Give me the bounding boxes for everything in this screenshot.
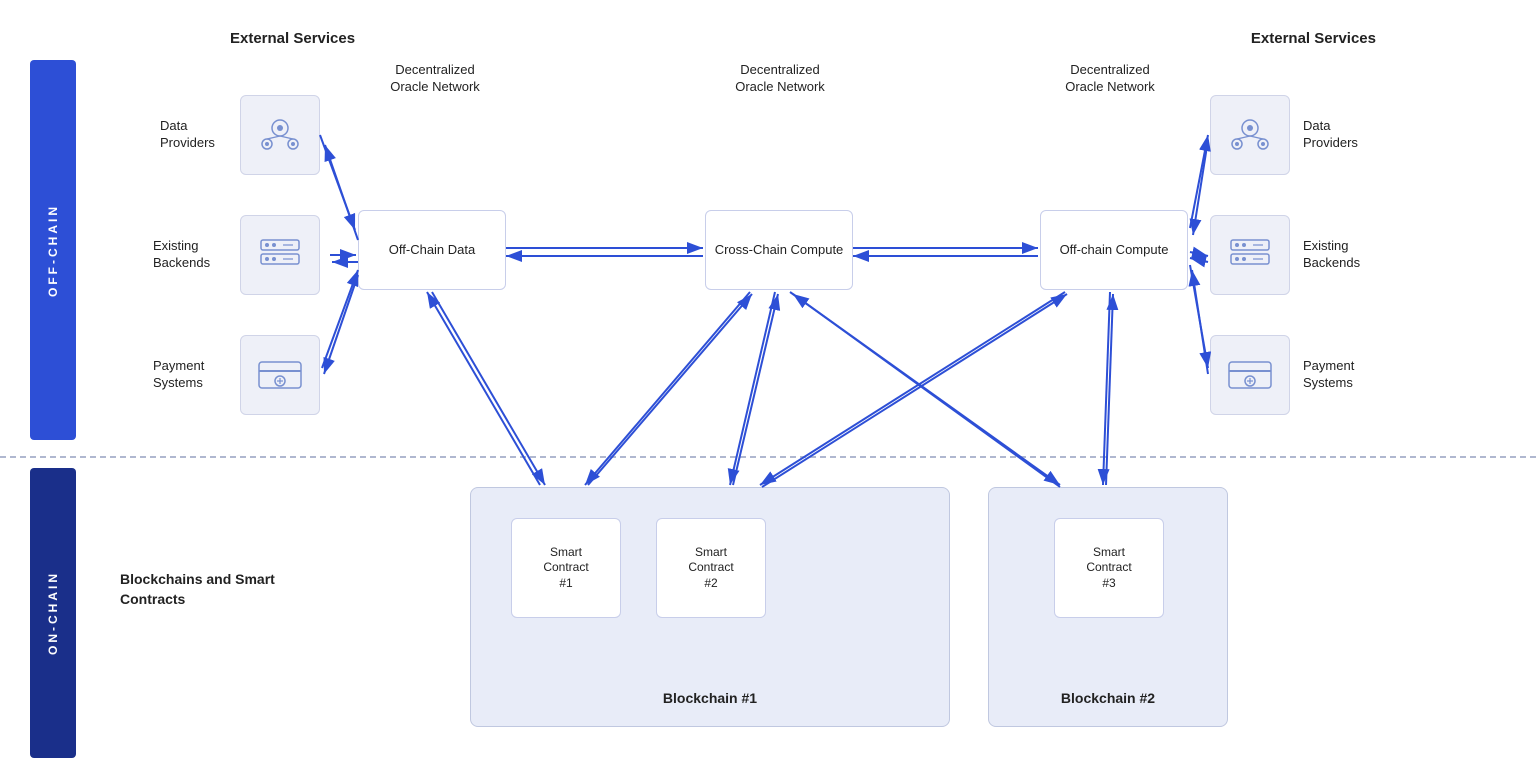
oracle-right-title: DecentralizedOracle Network (1040, 62, 1180, 96)
payment-systems-right-icon (1223, 348, 1277, 402)
blockchain-2-label: Blockchain #2 (989, 690, 1227, 706)
cross-chain-compute-label: Cross-Chain Compute (715, 242, 844, 259)
sc2-box: SmartContract#2 (656, 518, 766, 618)
oracle-center-title: DecentralizedOracle Network (715, 62, 845, 96)
ext-services-left-title: External Services (230, 30, 355, 47)
data-providers-right-icon (1223, 108, 1277, 162)
off-chain-compute-box: Off-chain Compute (1040, 210, 1188, 290)
off-chain-data-box: Off-Chain Data (358, 210, 506, 290)
blockchain-2-box: SmartContract#3 Blockchain #2 (988, 487, 1228, 727)
sc1-box: SmartContract#1 (511, 518, 621, 618)
existing-backends-left-icon (253, 228, 307, 282)
on-chain-items-label: Blockchains and Smart Contracts (120, 570, 300, 609)
chain-separator (0, 456, 1536, 458)
ext-services-right-title: External Services (1251, 30, 1376, 47)
existing-backends-right-label: ExistingBackends (1303, 238, 1360, 272)
on-chain-bar: ON-CHAIN (30, 468, 76, 758)
data-providers-left-icon-box (240, 95, 320, 175)
payment-systems-right-label: PaymentSystems (1303, 358, 1354, 392)
blockchain-1-box: SmartContract#1 SmartContract#2 Blockcha… (470, 487, 950, 727)
off-chain-bar: OFF-CHAIN (30, 60, 76, 440)
cross-chain-compute-box: Cross-Chain Compute (705, 210, 853, 290)
blockchain-1-label: Blockchain #1 (471, 690, 949, 706)
data-providers-left-icon (253, 108, 307, 162)
off-chain-label: OFF-CHAIN (46, 204, 60, 297)
payment-systems-left-icon (253, 348, 307, 402)
off-chain-compute-label: Off-chain Compute (1060, 242, 1169, 259)
on-chain-label: ON-CHAIN (46, 571, 60, 655)
diagram-container: OFF-CHAIN ON-CHAIN External Services Ext… (0, 0, 1536, 780)
sc3-label: SmartContract#3 (1086, 545, 1131, 592)
existing-backends-left-icon-box (240, 215, 320, 295)
existing-backends-left-label: ExistingBackends (153, 238, 210, 272)
data-providers-left-label: DataProviders (160, 118, 215, 152)
oracle-left-title: DecentralizedOracle Network (370, 62, 500, 96)
data-providers-right-icon-box (1210, 95, 1290, 175)
data-providers-right-label: DataProviders (1303, 118, 1358, 152)
payment-systems-left-label: PaymentSystems (153, 358, 204, 392)
existing-backends-right-icon-box (1210, 215, 1290, 295)
sc3-box: SmartContract#3 (1054, 518, 1164, 618)
payment-systems-right-icon-box (1210, 335, 1290, 415)
sc2-label: SmartContract#2 (688, 545, 733, 592)
existing-backends-right-icon (1223, 228, 1277, 282)
off-chain-data-label: Off-Chain Data (389, 242, 475, 259)
sc1-label: SmartContract#1 (543, 545, 588, 592)
payment-systems-left-icon-box (240, 335, 320, 415)
